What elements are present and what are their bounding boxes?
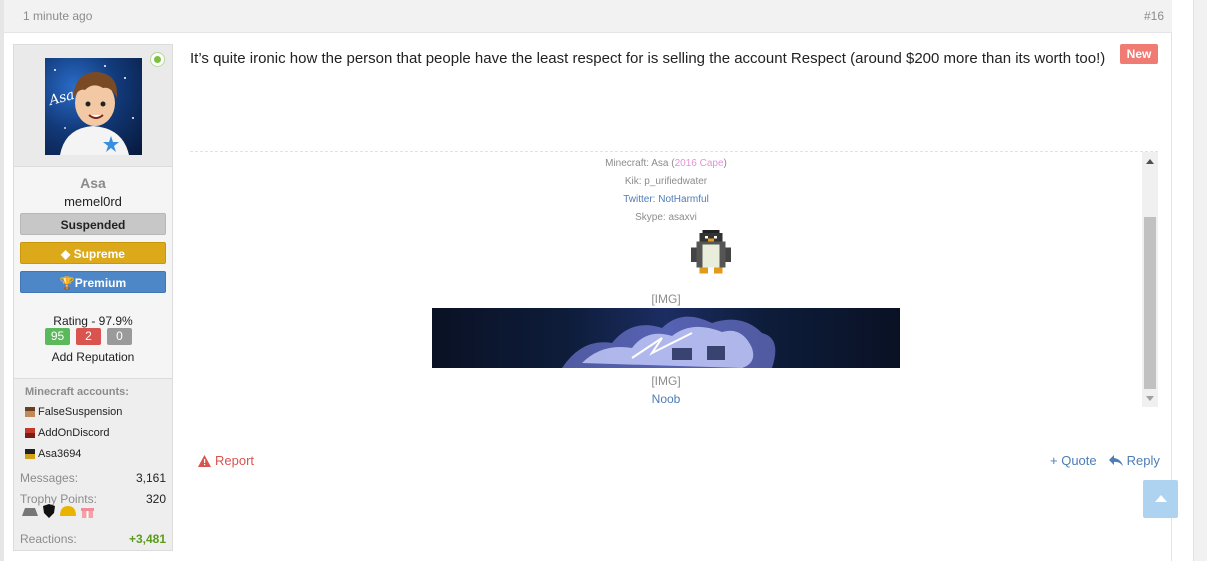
penguin-pixel-image	[690, 230, 732, 274]
stat-messages-label: Messages:	[20, 471, 79, 485]
signature-content: Minecraft: Asa (2016 Cape) Kik: p_urifie…	[190, 152, 1142, 407]
reputation-counts: 95 2 0	[45, 328, 132, 345]
minecraft-head-icon	[25, 428, 35, 438]
signature-banner-image	[432, 308, 900, 368]
reply-label: Reply	[1126, 453, 1160, 468]
page-scrollbar[interactable]	[1193, 0, 1207, 561]
hat-icon	[22, 508, 38, 516]
banner-suspended: Suspended	[20, 213, 166, 235]
stat-trophy-value[interactable]: 320	[146, 492, 166, 506]
avatar-container: Asa	[14, 45, 172, 167]
username[interactable]: Asa	[14, 175, 172, 191]
signature-kik-line: Kik: p_urifiedwater	[624, 176, 708, 187]
noob-link[interactable]: Noob	[190, 392, 1142, 406]
diamond-icon: ◆	[61, 247, 74, 261]
minecraft-account[interactable]: AddOnDiscord	[25, 427, 110, 439]
post-actions-right: + Quote Reply	[1050, 453, 1160, 468]
banner-premium-label: Premium	[74, 276, 127, 290]
page: 1 minute ago #16 Asa Asa memel0rd Suspen…	[0, 0, 1207, 561]
avatar[interactable]: Asa	[45, 58, 142, 155]
stat-reactions-value: +3,481	[128, 532, 166, 546]
post-body-text: It’s quite ironic how the person that pe…	[190, 50, 1106, 67]
minecraft-account[interactable]: FalseSuspension	[25, 406, 122, 418]
reply-button[interactable]: Reply	[1108, 453, 1160, 468]
rating-label: Rating - 97.9%	[53, 314, 133, 328]
online-status-indicator	[151, 53, 164, 66]
banner-supreme: ◆ Supreme	[20, 242, 166, 264]
signature-skype-line: Skype: asaxvi	[635, 212, 697, 223]
trophy-icon: 🏆	[59, 276, 75, 290]
stat-reactions-label: Reactions:	[20, 532, 77, 546]
gift-icon	[81, 506, 94, 518]
stat-reactions: Reactions: +3,481	[20, 532, 166, 546]
minecraft-prefix: Minecraft: Asa (	[605, 158, 675, 169]
quote-label: + Quote	[1050, 453, 1097, 468]
lightning-art	[562, 316, 776, 368]
img-placeholder: [IMG]	[651, 374, 681, 388]
post-permalink-number[interactable]: #16	[1144, 9, 1164, 23]
rep-negative-count[interactable]: 2	[76, 328, 101, 345]
user-extra-info: Minecraft accounts: FalseSuspension AddO…	[14, 378, 172, 550]
minecraft-accounts-heading: Minecraft accounts:	[25, 386, 129, 398]
twitter-link[interactable]: NotHarmful	[658, 194, 709, 205]
add-reputation-link[interactable]: Add Reputation	[14, 350, 172, 364]
minecraft-suffix: )	[723, 158, 727, 169]
quote-button[interactable]: + Quote	[1050, 453, 1097, 468]
reply-arrow-icon	[1108, 454, 1123, 466]
shield-icon	[43, 504, 55, 518]
stat-messages-value[interactable]: 3,161	[136, 471, 166, 485]
report-button[interactable]: Report	[198, 453, 254, 468]
helmet-icon	[60, 506, 76, 516]
scroll-down-arrow-icon[interactable]	[1146, 396, 1154, 401]
stat-messages: Messages: 3,161	[20, 471, 166, 485]
minecraft-account-name: FalseSuspension	[38, 406, 123, 418]
signature-minecraft-line: Minecraft: Asa (2016 Cape)	[190, 158, 1142, 169]
scroll-to-top-button[interactable]	[1143, 480, 1178, 518]
minecraft-account-name: AddOnDiscord	[38, 427, 110, 439]
signature-block: Minecraft: Asa (2016 Cape) Kik: p_urifie…	[190, 151, 1158, 407]
minecraft-account-name: Asa3694	[38, 448, 82, 460]
banner-supreme-label: Supreme	[73, 247, 125, 261]
signature-twitter-line: Twitter: NotHarmful	[190, 194, 1142, 205]
scrollbar-thumb[interactable]	[1144, 217, 1156, 389]
rep-neutral-count[interactable]: 0	[107, 328, 132, 345]
new-post-badge: New	[1120, 44, 1158, 64]
minecraft-account[interactable]: Asa3694	[25, 448, 81, 460]
banner-premium: 🏆Premium	[20, 271, 166, 293]
report-label: Report	[215, 453, 255, 468]
signature-scrollbar[interactable]	[1142, 152, 1158, 407]
post-actions-left: Report	[198, 453, 254, 468]
rep-positive-count[interactable]: 95	[45, 328, 70, 345]
post-timestamp[interactable]: 1 minute ago	[23, 9, 92, 23]
cape-link[interactable]: 2016 Cape	[675, 158, 724, 169]
user-card: Asa Asa memel0rd Suspended ◆ Supreme 🏆Pr…	[13, 44, 173, 551]
scroll-up-arrow-icon[interactable]	[1146, 159, 1154, 164]
post-meta-bar: 1 minute ago #16	[4, 0, 1172, 33]
img-placeholder: [IMG]	[651, 292, 681, 306]
trophy-icons	[22, 504, 94, 518]
twitter-prefix: Twitter:	[623, 194, 659, 205]
minecraft-head-icon	[25, 407, 35, 417]
minecraft-head-icon	[25, 449, 35, 459]
user-title: memel0rd	[64, 194, 122, 209]
warning-icon	[198, 454, 211, 467]
